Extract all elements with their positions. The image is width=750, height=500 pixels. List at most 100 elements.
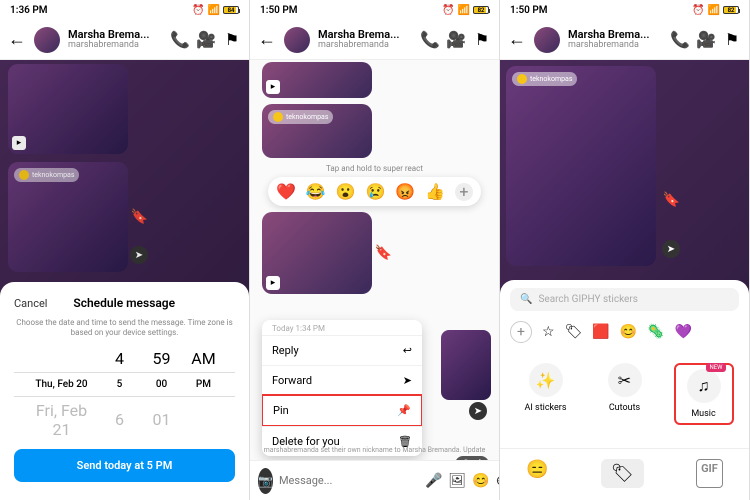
reaction-sad[interactable]: 😢 <box>365 182 385 201</box>
battery-icon: 84 <box>223 6 239 14</box>
flag-button[interactable]: ⚑ <box>223 31 241 49</box>
bookmark-icon[interactable]: 🔖 <box>375 245 392 261</box>
gallery-button[interactable]: 🖼 <box>448 473 466 489</box>
category-color-icon[interactable]: 🟥 <box>592 324 609 340</box>
menu-reply[interactable]: Reply ↩ <box>262 335 422 365</box>
category-love-icon[interactable]: 💜 <box>675 324 692 340</box>
media-source-label: teknokompas <box>268 110 333 124</box>
category-emoji-icon[interactable]: 😊 <box>620 324 637 340</box>
forward-icon: ➤ <box>403 374 412 387</box>
reel-message[interactable]: teknokompas 🔖 ➤ <box>506 66 656 266</box>
category-star-icon[interactable]: ☆ <box>542 324 555 340</box>
reel-message[interactable]: teknokompas 🔖 ➤ <box>8 162 128 272</box>
reel-message[interactable]: ▸ <box>262 62 372 98</box>
display-name: Marsha Brema... <box>318 29 413 41</box>
back-button[interactable]: ← <box>508 29 526 50</box>
flag-button[interactable]: ⚑ <box>723 31 741 49</box>
message-input[interactable] <box>279 474 419 487</box>
feature-cutouts[interactable]: ✂ Cutouts <box>595 363 655 425</box>
video-call-button[interactable]: 🎥 <box>697 31 715 49</box>
status-right: ⏰ 📶 82 <box>692 5 739 16</box>
tab-stickers[interactable]: 🏷 <box>601 459 644 488</box>
call-button[interactable]: 📞 <box>171 31 189 49</box>
message-composer: 📷 🎤 🖼 😊 ⊕ <box>250 460 499 500</box>
name-block[interactable]: Marsha Brema... marshabremanda <box>318 29 413 51</box>
reaction-laugh[interactable]: 😂 <box>306 182 326 201</box>
picker-row-selected[interactable]: Thu, Feb 20 5 00 PM <box>14 372 235 397</box>
name-block[interactable]: Marsha Brema... marshabremanda <box>568 29 663 51</box>
share-button[interactable]: ➤ <box>662 240 680 258</box>
feature-ai-stickers[interactable]: ✨ AI stickers <box>516 363 576 425</box>
media-source-label: teknokompas <box>14 168 79 182</box>
new-badge: NEW <box>706 363 725 372</box>
picker-hour: 5 <box>106 379 134 390</box>
clock: 1:50 PM <box>260 5 298 16</box>
share-button[interactable]: ➤ <box>130 246 148 264</box>
bookmark-icon[interactable]: 🔖 <box>663 192 680 208</box>
sheet-title: Schedule message <box>73 296 175 310</box>
reaction-angry[interactable]: 😡 <box>395 182 415 201</box>
tab-gif[interactable]: GIF <box>696 459 723 488</box>
battery-icon: 82 <box>473 6 489 14</box>
phone-sticker-music: 1:50 PM ⏰ 📶 82 ← Marsha Brema... marshab… <box>500 0 750 500</box>
music-note-icon: ♫ <box>687 369 721 403</box>
picker-row-prev[interactable]: 4 59 AM <box>14 349 235 368</box>
tab-avatar[interactable]: 😑 <box>526 459 548 488</box>
call-button[interactable]: 📞 <box>421 31 439 49</box>
chat-header: ← Marsha Brema... marshabremanda 📞 🎥 ⚑ <box>250 20 499 60</box>
feature-row: ✨ AI stickers ✂ Cutouts NEW ♫ Music <box>500 347 749 435</box>
picker-row-next[interactable]: Fri, Feb 21 6 01 <box>14 401 235 439</box>
bookmark-icon[interactable]: 🔖 <box>131 209 148 225</box>
sticker-button[interactable]: 😊 <box>472 473 489 489</box>
reaction-hint: Tap and hold to super react <box>250 164 499 173</box>
category-nature-icon[interactable]: 🦠 <box>647 324 664 340</box>
status-right: ⏰ 📶 82 <box>442 5 489 16</box>
avatar[interactable] <box>34 27 60 53</box>
name-block[interactable]: Marsha Brema... marshabremanda <box>68 29 163 51</box>
reel-message-selected[interactable]: ▸ 🔖 <box>262 212 372 294</box>
reaction-wow[interactable]: 😮 <box>336 182 356 201</box>
status-bar: 1:50 PM ⏰ 📶 82 <box>500 0 749 20</box>
wifi-icon: 📶 <box>208 5 220 16</box>
cancel-button[interactable]: Cancel <box>14 297 47 310</box>
avatar[interactable] <box>284 27 310 53</box>
scissors-icon: ✂ <box>608 363 642 397</box>
media-source-label: teknokompas <box>512 72 577 86</box>
back-button[interactable]: ← <box>258 29 276 50</box>
feature-music[interactable]: NEW ♫ Music <box>674 363 734 425</box>
reel-icon: ▸ <box>266 80 280 94</box>
display-name: Marsha Brema... <box>68 29 163 41</box>
schedule-sheet: Cancel Schedule message Choose the date … <box>0 282 249 500</box>
reaction-add-button[interactable]: + <box>455 183 473 201</box>
avatar[interactable] <box>534 27 560 53</box>
category-sticker-icon[interactable]: 🏷 <box>565 324 583 340</box>
sticker-search[interactable]: 🔍 Search GIPHY stickers <box>510 288 739 311</box>
reel-message[interactable]: ▸ <box>8 64 128 154</box>
sheet-description: Choose the date and time to send the mes… <box>14 318 235 339</box>
call-button[interactable]: 📞 <box>671 31 689 49</box>
clock: 1:36 PM <box>10 5 48 16</box>
send-scheduled-button[interactable]: Send today at 5 PM <box>14 449 235 482</box>
reaction-thumbsup[interactable]: 👍 <box>425 182 445 201</box>
add-category-button[interactable]: + <box>510 321 532 343</box>
mic-button[interactable]: 🎤 <box>425 473 442 489</box>
reel-thumb[interactable]: ➤ <box>441 330 491 400</box>
video-call-button[interactable]: 🎥 <box>447 31 465 49</box>
drawer-tabs: 😑 🏷 GIF <box>500 448 749 500</box>
menu-pin[interactable]: Pin 📌 <box>262 394 422 427</box>
phone-schedule-message: 1:36 PM ⏰ 📶 84 ← Marsha Brema... marshab… <box>0 0 250 500</box>
reaction-heart[interactable]: ❤️ <box>276 182 296 201</box>
username: marshabremanda <box>68 41 163 51</box>
reply-icon: ↩ <box>403 344 412 357</box>
camera-button[interactable]: 📷 <box>258 468 273 494</box>
video-call-button[interactable]: 🎥 <box>197 31 215 49</box>
share-button[interactable]: ➤ <box>469 402 487 420</box>
flag-button[interactable]: ⚑ <box>473 31 491 49</box>
reel-message[interactable]: teknokompas <box>262 104 372 158</box>
search-icon: 🔍 <box>520 294 532 305</box>
status-bar: 1:50 PM ⏰ 📶 82 <box>250 0 499 20</box>
menu-forward[interactable]: Forward ➤ <box>262 365 422 395</box>
back-button[interactable]: ← <box>8 29 26 50</box>
wifi-icon: 📶 <box>458 5 470 16</box>
reaction-bar: ❤️ 😂 😮 😢 😡 👍 + <box>268 177 481 206</box>
